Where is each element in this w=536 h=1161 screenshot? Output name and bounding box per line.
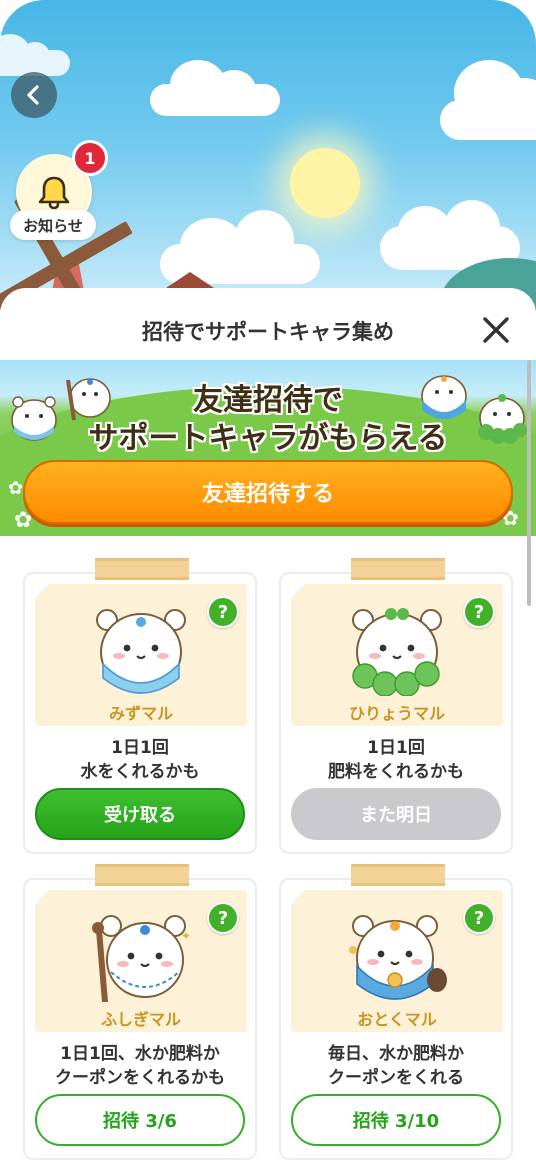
banner-heading: 友達招待で サポートキャラがもらえる — [0, 382, 536, 458]
description-line1: 1日1回、水か肥料か — [60, 1044, 220, 1064]
description-line2: クーポンをくれる — [328, 1068, 464, 1088]
character-name: おとくマル — [357, 1010, 437, 1029]
invite-progress-button[interactable]: 招待 3/6 — [35, 1094, 245, 1146]
hamster-mizumaru-illustration — [96, 609, 186, 694]
character-description: 毎日、水か肥料か クーポンをくれる — [281, 1042, 511, 1090]
flower-decoration: ✿ — [8, 478, 24, 499]
svg-text:✦: ✦ — [181, 929, 191, 943]
help-icon[interactable]: ? — [207, 902, 239, 934]
support-character-card: ? ひりょうマル 1日1回 肥料をくれるかも また明日 — [279, 558, 513, 854]
invite-banner: 友達招待で サポートキャラがもらえる ✿ ✿ ✿ ✿ 友達招待する — [0, 360, 536, 536]
chevron-left-icon — [27, 85, 39, 105]
notification-button[interactable]: お知らせ 1 — [10, 140, 108, 244]
tape-decoration — [351, 864, 445, 886]
character-description: 1日1回 水をくれるかも — [25, 736, 255, 784]
bell-icon — [38, 176, 70, 210]
description-line1: 毎日、水か肥料か — [328, 1044, 464, 1064]
help-icon[interactable]: ? — [207, 596, 239, 628]
receive-button[interactable]: 受け取る — [35, 788, 245, 840]
character-art-panel: ? ひりょうマル — [291, 584, 503, 726]
description-line2: クーポンをくれるかも — [55, 1068, 225, 1088]
tape-decoration — [95, 558, 189, 580]
character-name: ひりょうマル — [348, 704, 445, 723]
app-screen: お知らせ 1 招待でサポートキャラ集め 友達招待で サポートキャラがもらえる ✿… — [0, 0, 536, 1161]
hamster-fushigimaru-illustration: ✦ — [92, 915, 191, 1002]
character-name: ふしぎマル — [100, 1010, 181, 1029]
description-line2: 水をくれるかも — [80, 762, 200, 782]
banner-heading-line2: サポートキャラがもらえる — [88, 421, 448, 456]
help-icon[interactable]: ? — [463, 596, 495, 628]
hamster-hiryoumaru-illustration — [352, 608, 442, 696]
tape-decoration — [95, 864, 189, 886]
character-art-panel: ? おとくマル — [291, 890, 503, 1032]
description-line1: 1日1回 — [367, 738, 425, 758]
description-line1: 1日1回 — [111, 738, 169, 758]
come-back-tomorrow-button[interactable]: また明日 — [291, 788, 501, 840]
sun-illustration — [290, 148, 360, 218]
invite-friends-button[interactable]: 友達招待する — [23, 460, 513, 524]
support-character-card: ? おとくマル 毎日、水か肥料か クーポンをくれる 招待 3/10 — [279, 864, 513, 1160]
invite-progress-button[interactable]: 招待 3/10 — [291, 1094, 501, 1146]
close-icon — [483, 317, 509, 343]
notification-label: お知らせ — [10, 210, 96, 240]
tape-decoration — [351, 558, 445, 580]
character-name: みずマル — [108, 704, 173, 723]
cloud — [440, 60, 536, 140]
support-character-card: ✦ ? ふしぎマル 1日1回、水か肥料か クーポンをくれるかも 招待 3/6 — [23, 864, 257, 1160]
hamster-otokumaru-illustration — [349, 915, 447, 1000]
invite-sheet: 招待でサポートキャラ集め 友達招待で サポートキャラがもらえる ✿ ✿ ✿ 友達… — [0, 288, 536, 1161]
description-line2: 肥料をくれるかも — [328, 762, 464, 782]
character-description: 1日1回 肥料をくれるかも — [281, 736, 511, 784]
back-button[interactable] — [11, 72, 57, 118]
character-art-panel: ? みずマル — [35, 584, 247, 726]
cloud — [150, 60, 280, 116]
help-icon[interactable]: ? — [463, 902, 495, 934]
character-art-panel: ✦ ? ふしぎマル — [35, 890, 247, 1032]
notification-count-badge: 1 — [72, 140, 108, 176]
close-button[interactable] — [478, 312, 514, 348]
support-character-card: ? みずマル 1日1回 水をくれるかも 受け取る — [23, 558, 257, 854]
sheet-title: 招待でサポートキャラ集め — [142, 320, 394, 344]
character-description: 1日1回、水か肥料か クーポンをくれるかも — [25, 1042, 255, 1090]
banner-heading-line1: 友達招待で — [193, 383, 343, 418]
scrollbar[interactable] — [527, 360, 531, 606]
